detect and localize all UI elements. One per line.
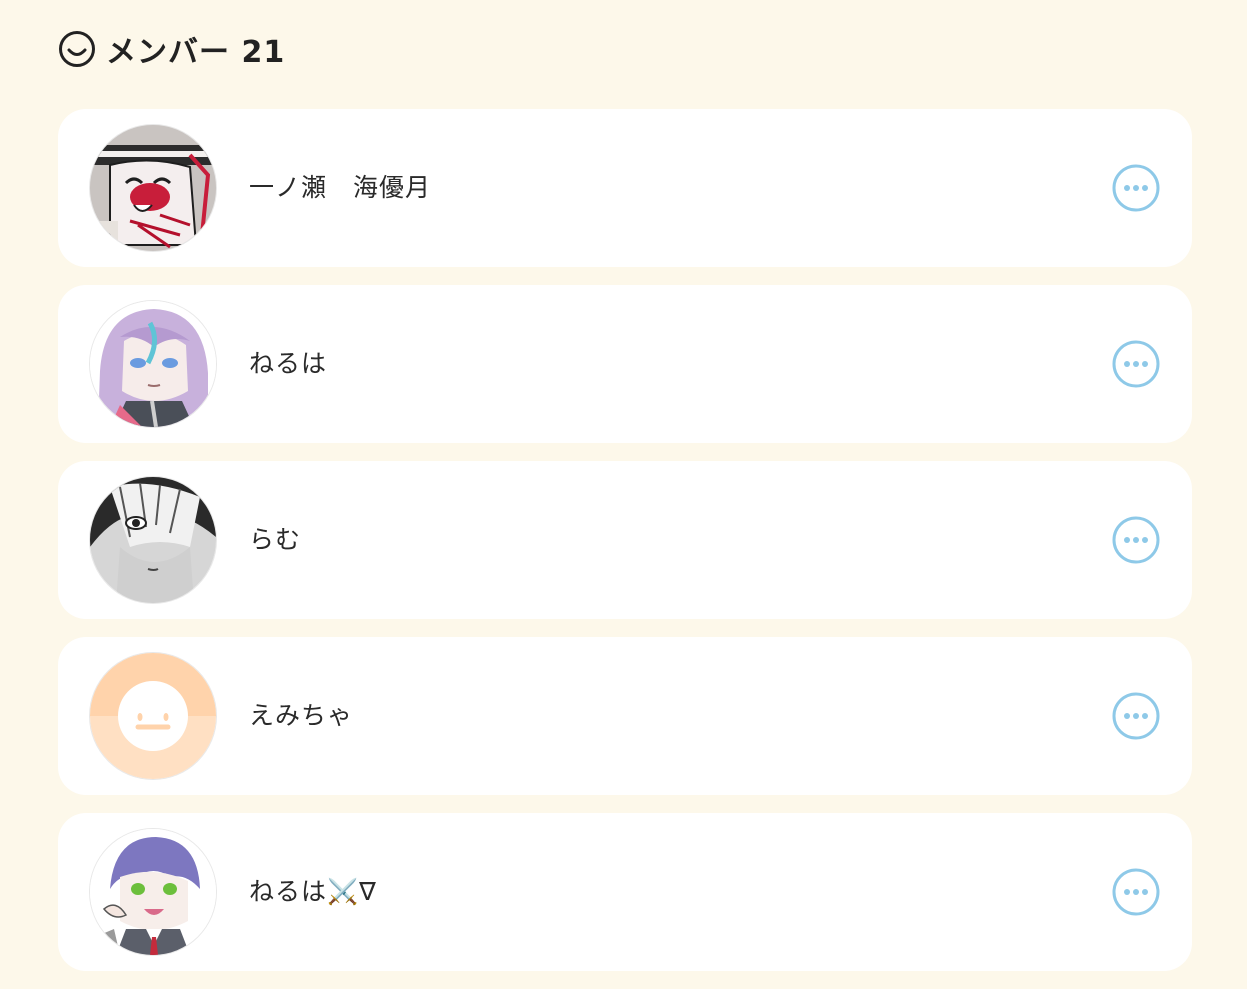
member-avatar[interactable]	[90, 125, 216, 251]
member-name: らむ	[249, 525, 302, 554]
member-name: ねるは	[249, 349, 328, 378]
member-card[interactable]: ねるは	[58, 285, 1192, 443]
member-count-title: メンバー 21	[106, 35, 286, 70]
member-avatar[interactable]	[90, 301, 216, 427]
member-card[interactable]: えみちゃ	[58, 637, 1192, 795]
more-options-icon[interactable]	[1112, 692, 1160, 740]
member-card[interactable]: ねるは⚔️∇	[58, 813, 1192, 971]
member-name: ねるは⚔️∇	[249, 877, 377, 906]
member-name: えみちゃ	[249, 701, 354, 730]
member-name: 一ノ瀬 海優月	[249, 173, 432, 202]
smile-icon	[58, 30, 96, 68]
more-options-icon[interactable]	[1112, 516, 1160, 564]
member-card[interactable]: らむ	[58, 461, 1192, 619]
member-avatar[interactable]	[90, 829, 216, 955]
member-card[interactable]: 一ノ瀬 海優月	[58, 109, 1192, 267]
section-header: メンバー 21	[58, 28, 285, 70]
member-avatar[interactable]	[90, 653, 216, 779]
more-options-icon[interactable]	[1112, 340, 1160, 388]
member-list: 一ノ瀬 海優月 ねるは らむ えみちゃ ねるは⚔️∇	[58, 109, 1192, 989]
member-avatar[interactable]	[90, 477, 216, 603]
more-options-icon[interactable]	[1112, 164, 1160, 212]
more-options-icon[interactable]	[1112, 868, 1160, 916]
